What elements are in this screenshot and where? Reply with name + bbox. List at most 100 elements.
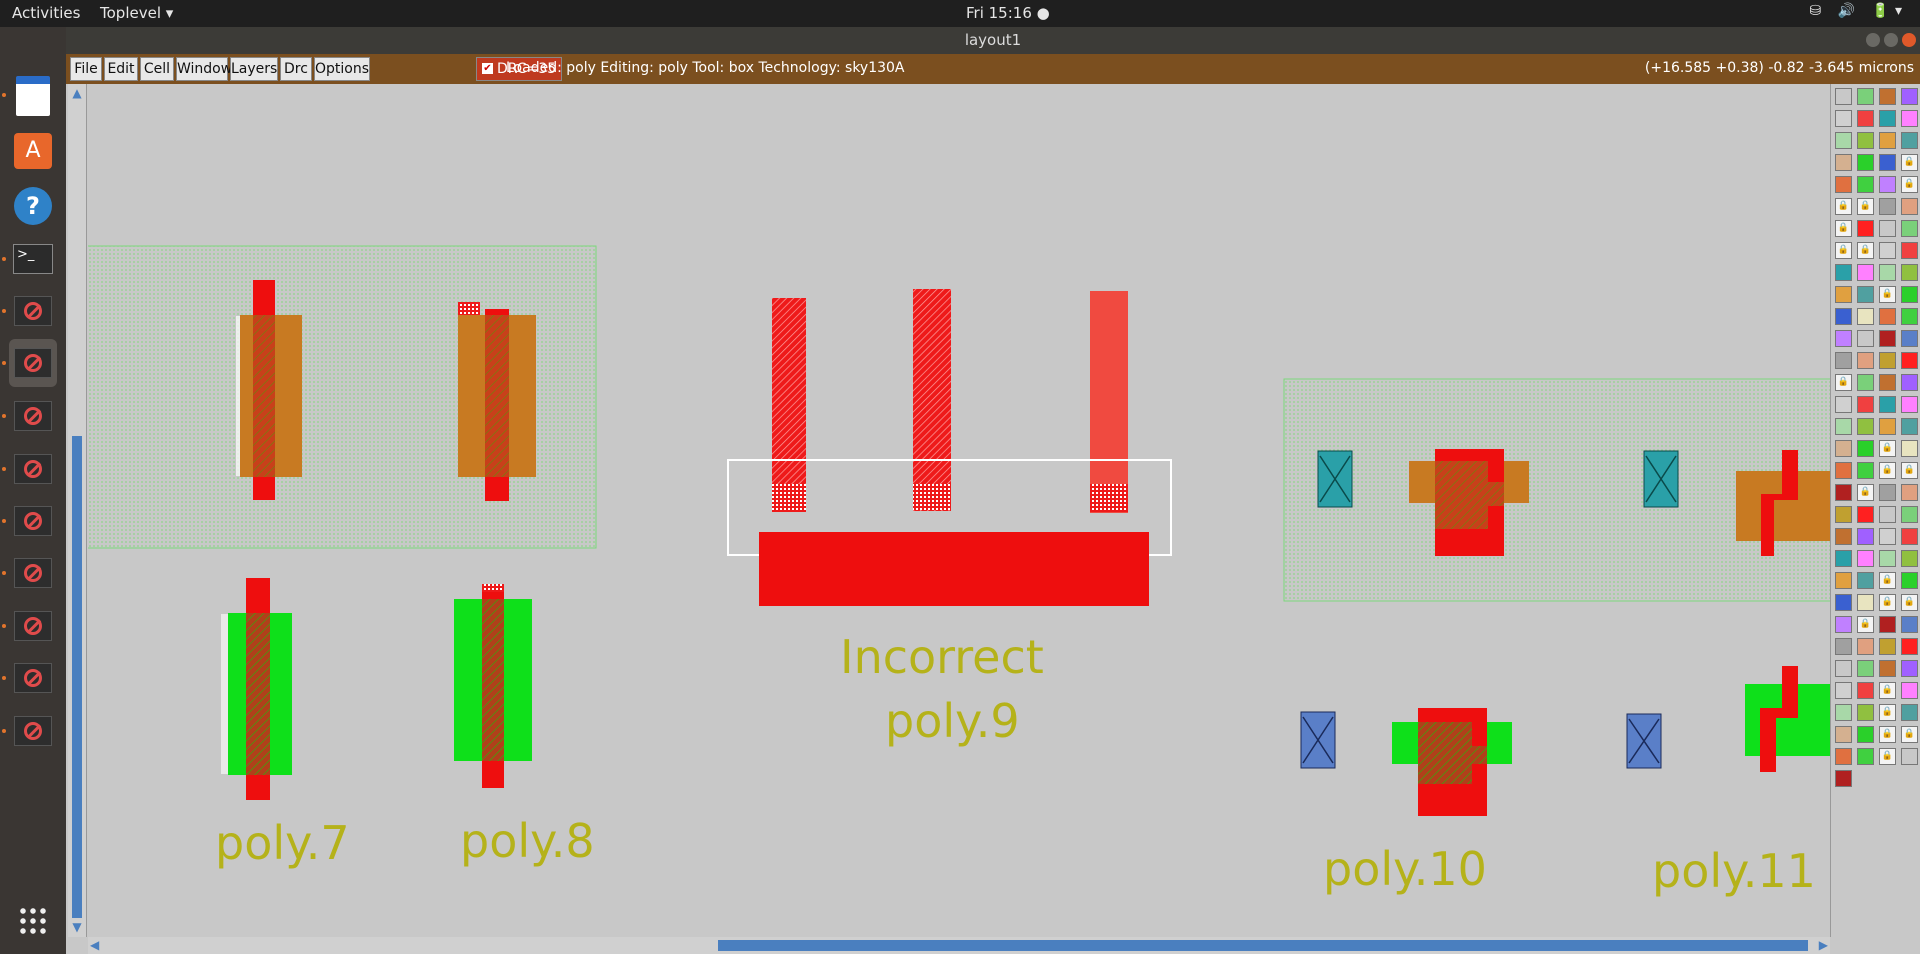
layer-swatch[interactable]	[1901, 220, 1918, 237]
layer-swatch[interactable]: 🔒	[1835, 374, 1852, 391]
dock-app-6[interactable]	[9, 549, 57, 597]
scroll-right-icon[interactable]: ▶	[1819, 938, 1828, 952]
layer-swatch[interactable]	[1857, 506, 1874, 523]
layer-swatch[interactable]	[1857, 748, 1874, 765]
dock-software[interactable]: A	[9, 127, 57, 175]
maximize-icon[interactable]	[1884, 33, 1898, 47]
layer-swatch[interactable]	[1901, 704, 1918, 721]
layer-swatch[interactable]	[1835, 308, 1852, 325]
layer-swatch[interactable]	[1901, 198, 1918, 215]
layer-swatch[interactable]	[1879, 418, 1896, 435]
dock-help[interactable]: ?	[9, 182, 57, 230]
layer-swatch[interactable]	[1857, 418, 1874, 435]
layer-swatch[interactable]	[1901, 484, 1918, 501]
layer-swatch[interactable]: 🔒	[1835, 198, 1852, 215]
layer-swatch[interactable]	[1857, 682, 1874, 699]
layer-swatch[interactable]	[1835, 550, 1852, 567]
layer-swatch[interactable]: 🔒	[1857, 616, 1874, 633]
layer-swatch[interactable]	[1879, 506, 1896, 523]
layer-swatch[interactable]	[1835, 682, 1852, 699]
layer-swatch[interactable]	[1857, 330, 1874, 347]
layer-swatch[interactable]	[1879, 176, 1896, 193]
layer-swatch[interactable]	[1901, 506, 1918, 523]
layer-swatch[interactable]	[1857, 154, 1874, 171]
layer-swatch[interactable]	[1835, 484, 1852, 501]
layer-swatch[interactable]	[1835, 660, 1852, 677]
layer-swatch[interactable]	[1879, 638, 1896, 655]
layer-swatch[interactable]	[1857, 220, 1874, 237]
layer-swatch[interactable]	[1879, 374, 1896, 391]
layer-swatch[interactable]: 🔒	[1879, 748, 1896, 765]
layer-swatch[interactable]	[1901, 638, 1918, 655]
layer-swatch[interactable]	[1901, 550, 1918, 567]
layer-swatch[interactable]: 🔒	[1879, 704, 1896, 721]
layer-swatch[interactable]	[1857, 550, 1874, 567]
layer-swatch[interactable]: 🔒	[1879, 726, 1896, 743]
clock[interactable]: Fri 15:16 ●	[966, 4, 1050, 22]
layer-swatch[interactable]	[1857, 286, 1874, 303]
layer-swatch[interactable]	[1901, 110, 1918, 127]
layer-swatch[interactable]	[1857, 638, 1874, 655]
layer-swatch[interactable]	[1857, 660, 1874, 677]
dock-app-7[interactable]	[9, 602, 57, 650]
layer-swatch[interactable]	[1835, 264, 1852, 281]
layer-swatch[interactable]	[1879, 308, 1896, 325]
layer-swatch[interactable]	[1901, 616, 1918, 633]
layer-swatch[interactable]	[1857, 308, 1874, 325]
vertical-scrollbar[interactable]: ▲ ▼	[68, 84, 87, 937]
layer-swatch[interactable]	[1857, 594, 1874, 611]
layout-drawing[interactable]	[88, 84, 1830, 937]
layer-swatch[interactable]	[1835, 154, 1852, 171]
layer-swatch[interactable]	[1879, 484, 1896, 501]
dock-app-2[interactable]	[9, 339, 57, 387]
layer-swatch[interactable]	[1879, 528, 1896, 545]
scroll-left-icon[interactable]: ◀	[90, 938, 99, 952]
layer-swatch[interactable]: 🔒	[1901, 594, 1918, 611]
layer-swatch[interactable]	[1879, 198, 1896, 215]
layer-swatch[interactable]	[1835, 286, 1852, 303]
layer-swatch[interactable]	[1857, 352, 1874, 369]
dock-app-9[interactable]	[9, 707, 57, 755]
layer-swatch[interactable]	[1835, 572, 1852, 589]
layer-swatch[interactable]	[1835, 704, 1852, 721]
layer-swatch[interactable]	[1835, 528, 1852, 545]
layer-swatch[interactable]	[1857, 528, 1874, 545]
layer-swatch[interactable]	[1857, 374, 1874, 391]
layer-swatch[interactable]	[1835, 770, 1852, 787]
dock-app-3[interactable]	[9, 392, 57, 440]
layer-swatch[interactable]	[1835, 638, 1852, 655]
layer-swatch[interactable]	[1857, 110, 1874, 127]
scroll-down-icon[interactable]: ▼	[70, 920, 84, 934]
layer-swatch[interactable]	[1857, 462, 1874, 479]
layer-swatch[interactable]	[1835, 418, 1852, 435]
layer-swatch[interactable]	[1879, 550, 1896, 567]
layer-swatch[interactable]	[1901, 682, 1918, 699]
activities-button[interactable]: Activities	[12, 4, 80, 22]
dock-app-1[interactable]	[9, 287, 57, 335]
window-menu[interactable]: Window	[176, 57, 232, 81]
layer-swatch[interactable]	[1835, 330, 1852, 347]
layer-swatch[interactable]	[1901, 660, 1918, 677]
dock-app-8[interactable]	[9, 654, 57, 702]
layer-swatch[interactable]	[1879, 396, 1896, 413]
dock-terminal[interactable]: >_	[9, 235, 57, 283]
layer-swatch[interactable]	[1835, 440, 1852, 457]
layer-swatch[interactable]: 🔒	[1835, 242, 1852, 259]
layer-swatch[interactable]	[1901, 748, 1918, 765]
layer-swatch[interactable]: 🔒	[1857, 242, 1874, 259]
horizontal-scrollbar[interactable]: ◀ ▶	[88, 937, 1830, 954]
layer-swatch[interactable]	[1901, 440, 1918, 457]
layer-swatch[interactable]	[1879, 88, 1896, 105]
layer-swatch[interactable]	[1857, 440, 1874, 457]
layer-swatch[interactable]	[1835, 176, 1852, 193]
minimize-icon[interactable]	[1866, 33, 1880, 47]
layer-swatch[interactable]	[1835, 748, 1852, 765]
layout-canvas[interactable]: poly.7 poly.8 Incorrect poly.9 poly.10 p…	[88, 84, 1830, 937]
layer-swatch[interactable]: 🔒	[1879, 462, 1896, 479]
layer-swatch[interactable]	[1879, 154, 1896, 171]
layer-swatch[interactable]: 🔒	[1901, 154, 1918, 171]
layer-swatch[interactable]	[1879, 110, 1896, 127]
layer-swatch[interactable]	[1857, 726, 1874, 743]
layer-swatch[interactable]	[1879, 330, 1896, 347]
layer-swatch[interactable]	[1901, 242, 1918, 259]
